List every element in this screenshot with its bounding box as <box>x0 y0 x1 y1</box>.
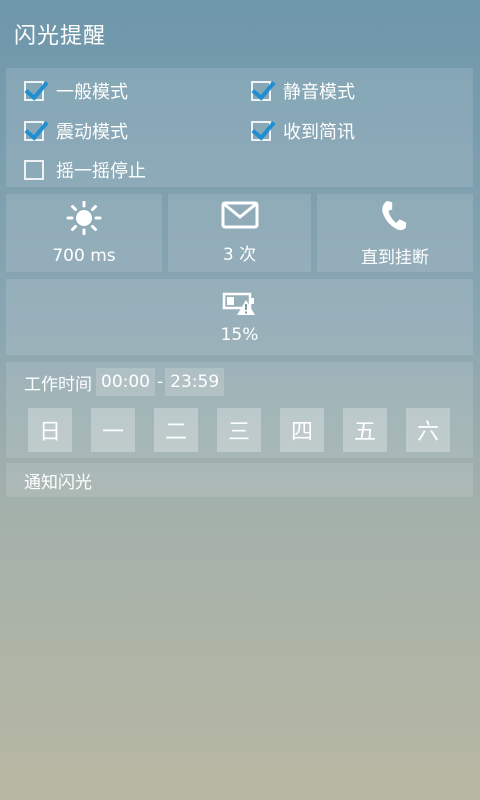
notify-flash-item[interactable]: 通知闪光 <box>6 463 473 497</box>
mode-sms-row[interactable]: 收到简讯 <box>251 118 355 144</box>
modes-panel: 一般模式 静音模式 震动模式 收到简讯 摇一摇停止 <box>6 68 473 187</box>
day-tuesday[interactable]: 二 <box>154 408 198 452</box>
day-wednesday[interactable]: 三 <box>217 408 261 452</box>
mode-normal-checkbox[interactable] <box>24 81 44 101</box>
envelope-icon <box>221 201 259 234</box>
title-bar: 闪光提醒 <box>0 0 480 68</box>
flash-duration-value: 700 ms <box>52 245 116 266</box>
work-time-separator: - <box>157 372 164 392</box>
mode-vibrate-row[interactable]: 震动模式 <box>24 118 128 144</box>
notify-flash-label: 通知闪光 <box>24 472 92 493</box>
day-sunday[interactable]: 日 <box>28 408 72 452</box>
flash-count-value: 3 次 <box>222 245 257 265</box>
shake-stop-row[interactable]: 摇一摇停止 <box>24 157 146 183</box>
work-time-row: 工作时间 00:00 - 23:59 <box>24 368 225 396</box>
sun-icon <box>66 200 102 240</box>
mode-normal-label: 一般模式 <box>56 82 128 103</box>
mode-normal-row[interactable]: 一般模式 <box>24 78 128 104</box>
mode-vibrate-checkbox[interactable] <box>24 121 44 141</box>
day-thursday[interactable]: 四 <box>280 408 324 452</box>
battery-threshold-panel[interactable]: 15% <box>6 279 473 355</box>
work-end-time[interactable]: 23:59 <box>165 368 225 396</box>
mode-silent-label: 静音模式 <box>283 82 355 103</box>
mode-silent-checkbox[interactable] <box>251 81 271 101</box>
day-friday[interactable]: 五 <box>343 408 387 452</box>
weekday-selector: 日 一 二 三 四 五 六 <box>28 408 450 452</box>
shake-stop-checkbox[interactable] <box>24 160 44 180</box>
mode-silent-row[interactable]: 静音模式 <box>251 78 355 104</box>
app-title: 闪光提醒 <box>14 24 107 49</box>
flash-duration-tile[interactable]: 700 ms <box>6 194 162 272</box>
until-hangup-value: 直到挂断 <box>361 248 429 268</box>
shake-stop-label: 摇一摇停止 <box>56 161 146 182</box>
day-monday[interactable]: 一 <box>91 408 135 452</box>
flash-count-tile[interactable]: 3 次 <box>168 194 311 272</box>
battery-threshold-value: 15% <box>220 324 259 345</box>
until-hangup-tile[interactable]: 直到挂断 <box>317 194 473 272</box>
low-battery-warning-icon <box>222 290 258 321</box>
mode-vibrate-label: 震动模式 <box>56 122 128 143</box>
work-start-time[interactable]: 00:00 <box>96 368 155 396</box>
work-time-label: 工作时间 <box>24 374 92 395</box>
mode-sms-label: 收到简讯 <box>283 122 355 143</box>
phone-icon <box>379 198 411 237</box>
work-time-panel: 工作时间 00:00 - 23:59 日 一 二 三 四 五 六 <box>6 362 473 458</box>
day-saturday[interactable]: 六 <box>406 408 450 452</box>
mode-sms-checkbox[interactable] <box>251 121 271 141</box>
